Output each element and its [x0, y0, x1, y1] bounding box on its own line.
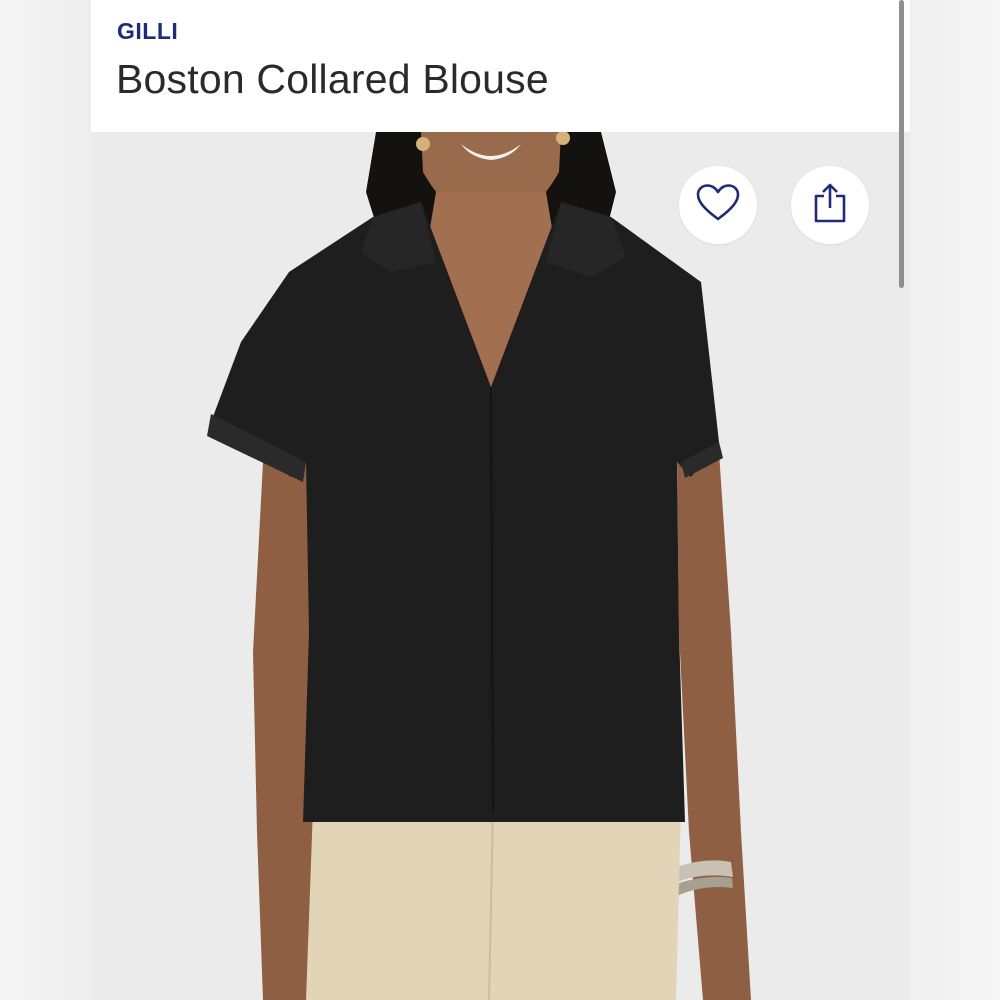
- brand-name[interactable]: GILLI: [117, 18, 178, 45]
- product-title: Boston Collared Blouse: [116, 56, 549, 102]
- share-icon: [812, 182, 848, 229]
- product-image-illustration: [91, 132, 910, 1000]
- left-margin: [0, 0, 91, 1000]
- heart-icon: [695, 183, 741, 228]
- share-button[interactable]: [791, 166, 869, 244]
- product-header: GILLI Boston Collared Blouse: [91, 0, 910, 132]
- product-image[interactable]: [91, 132, 910, 1000]
- favorite-button[interactable]: [679, 166, 757, 244]
- scrollbar[interactable]: [899, 0, 904, 288]
- right-margin: [910, 0, 1000, 1000]
